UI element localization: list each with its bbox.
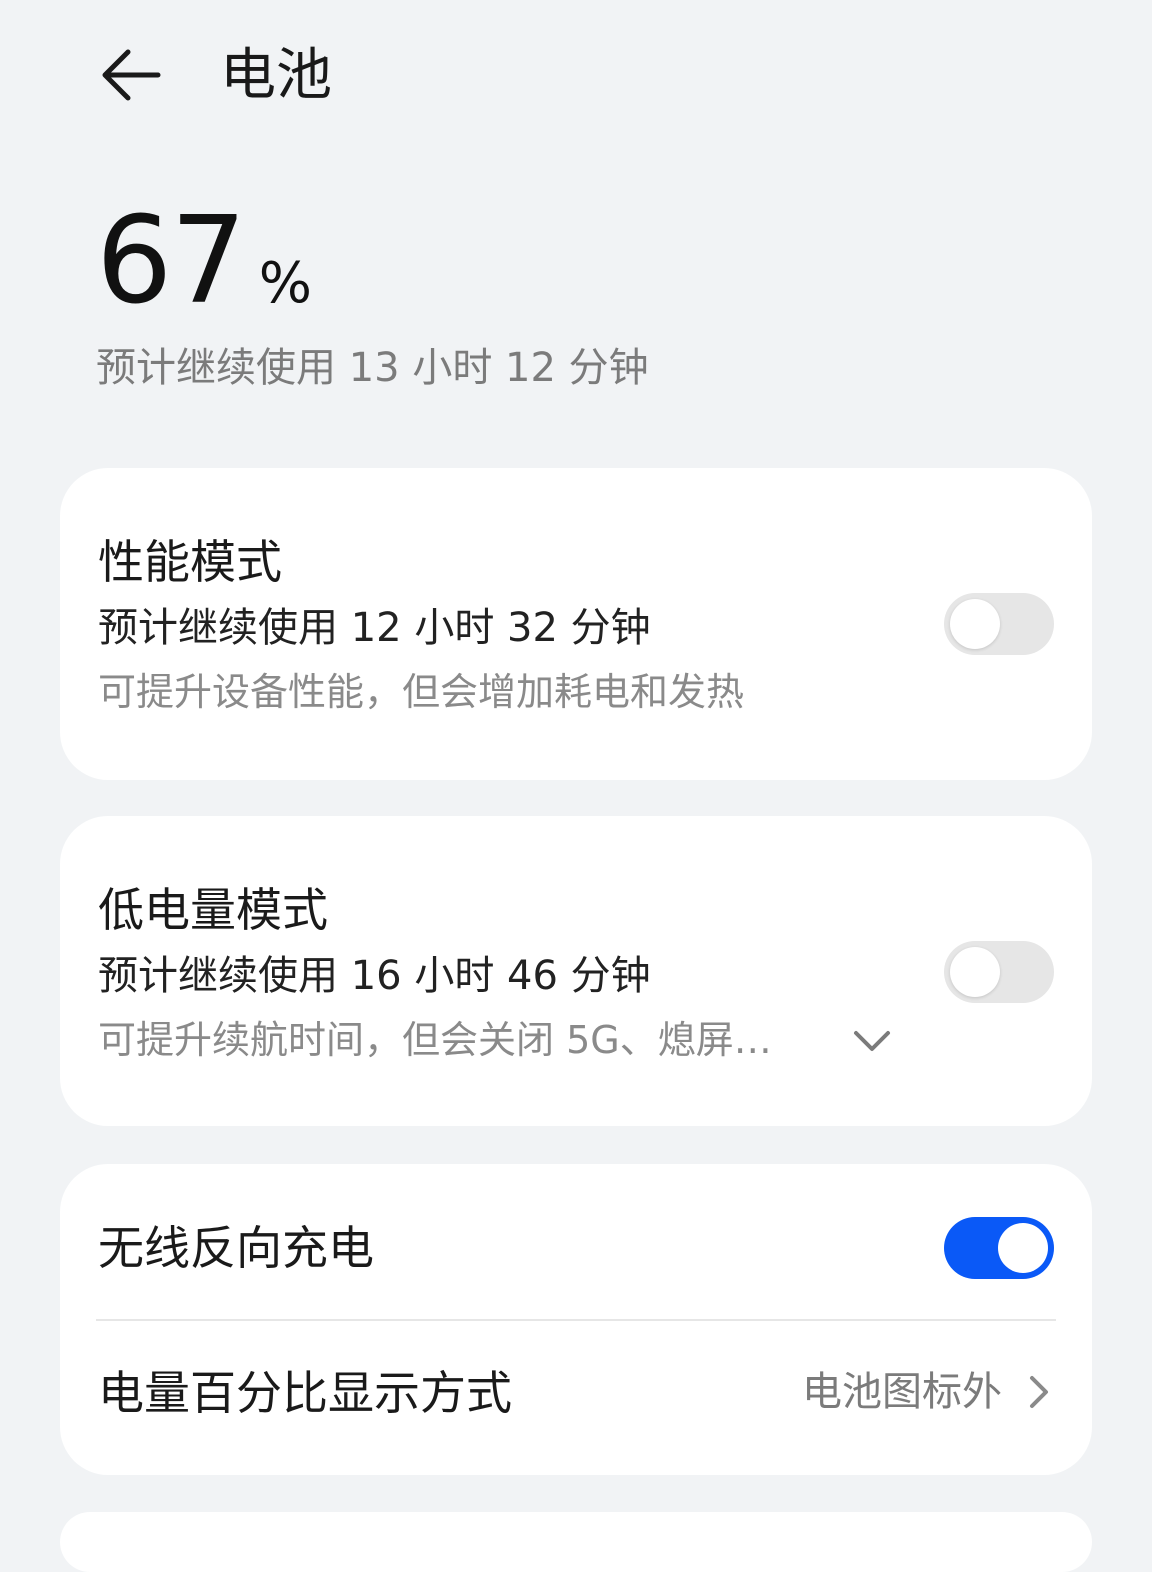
chevron-down-icon [854,1031,890,1051]
battery-level: 67% [96,200,796,324]
performance-mode-title: 性能模式 [98,535,282,589]
performance-mode-description: 可提升设备性能，但会增加耗电和发热 [98,670,745,714]
toggle-knob [950,947,1000,997]
arrow-left-icon [102,49,161,101]
low-power-mode-title: 低电量模式 [98,883,328,937]
toggle-knob [998,1223,1048,1273]
performance-mode-card: 性能模式 预计继续使用 12 小时 32 分钟 可提升设备性能，但会增加耗电和发… [60,468,1092,780]
battery-percentage-display-row[interactable]: 电量百分比显示方式 电池图标外 [60,1321,1092,1475]
battery-estimate: 预计继续使用 13 小时 12 分钟 [96,345,649,391]
low-power-mode-estimate: 预计继续使用 16 小时 46 分钟 [98,953,651,999]
expand-description-button[interactable] [850,1021,894,1061]
battery-percentage-display-title: 电量百分比显示方式 [98,1366,512,1420]
battery-unit: % [258,251,312,316]
performance-mode-estimate: 预计继续使用 12 小时 32 分钟 [98,605,651,651]
back-button[interactable] [92,40,172,110]
battery-percentage-display-value: 电池图标外 [802,1369,1002,1415]
battery-percentage: 67 [96,192,247,331]
next-settings-card [60,1512,1092,1572]
wireless-reverse-charging-toggle[interactable] [944,1217,1054,1279]
charging-settings-card: 无线反向充电 电量百分比显示方式 电池图标外 [60,1164,1092,1475]
low-power-mode-description: 可提升续航时间，但会关闭 5G、熄屏… [98,1018,772,1062]
page-title: 电池 [220,43,332,108]
low-power-mode-card: 低电量模式 预计继续使用 16 小时 46 分钟 可提升续航时间，但会关闭 5G… [60,816,1092,1126]
performance-mode-toggle[interactable] [944,593,1054,655]
chevron-right-icon [1020,1370,1056,1414]
low-power-mode-toggle[interactable] [944,941,1054,1003]
header: 电池 [0,0,1152,150]
wireless-reverse-charging-title: 无线反向充电 [98,1221,374,1275]
toggle-knob [950,599,1000,649]
